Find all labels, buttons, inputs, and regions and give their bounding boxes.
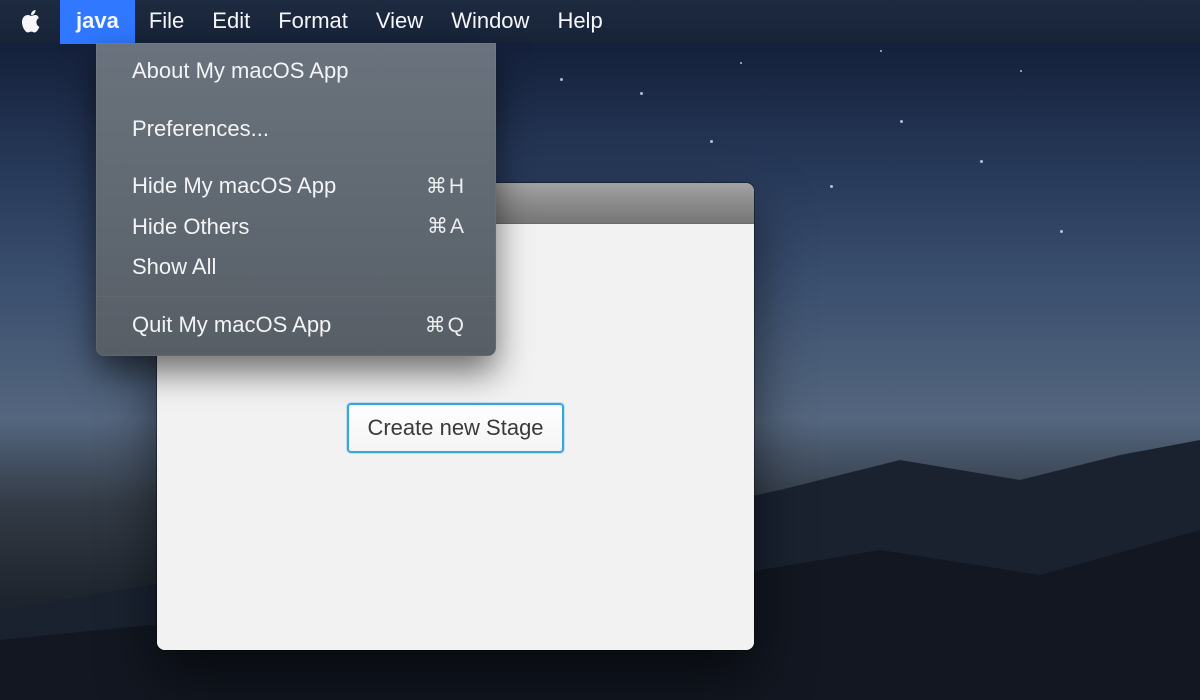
menu-file[interactable]: File — [135, 0, 198, 42]
menu-edit[interactable]: Edit — [198, 0, 264, 42]
menu-format[interactable]: Format — [264, 0, 362, 42]
menu-item-hide-app[interactable]: Hide My macOS App ⌘H — [96, 166, 496, 207]
menu-help[interactable]: Help — [543, 0, 616, 42]
menu-item-label: Hide My macOS App — [132, 172, 426, 201]
create-new-stage-button[interactable]: Create new Stage — [347, 403, 563, 453]
menu-item-quit[interactable]: Quit My macOS App ⌘Q — [96, 305, 496, 346]
menu-item-label: Preferences... — [132, 115, 466, 144]
menu-item-label: About My macOS App — [132, 57, 466, 86]
menu-shortcut: ⌘Q — [425, 312, 466, 339]
menu-window[interactable]: Window — [437, 0, 543, 42]
menu-item-hide-others[interactable]: Hide Others ⌘A — [96, 207, 496, 248]
menu-separator — [96, 157, 496, 158]
menu-item-label: Hide Others — [132, 213, 427, 242]
menu-separator — [96, 100, 496, 101]
menu-item-about[interactable]: About My macOS App — [96, 51, 496, 92]
apple-icon[interactable] — [20, 10, 42, 34]
menu-item-label: Show All — [132, 253, 466, 282]
menu-shortcut: ⌘H — [426, 173, 466, 200]
app-menu-dropdown: About My macOS App Preferences... Hide M… — [96, 43, 496, 356]
menu-view[interactable]: View — [362, 0, 437, 42]
menu-item-label: Quit My macOS App — [132, 311, 425, 340]
menu-app[interactable]: java — [60, 0, 135, 44]
menu-item-preferences[interactable]: Preferences... — [96, 109, 496, 150]
menu-shortcut: ⌘A — [427, 213, 466, 240]
menubar: java File Edit Format View Window Help — [0, 0, 1200, 43]
menu-separator — [96, 296, 496, 297]
menu-item-show-all[interactable]: Show All — [96, 247, 496, 288]
